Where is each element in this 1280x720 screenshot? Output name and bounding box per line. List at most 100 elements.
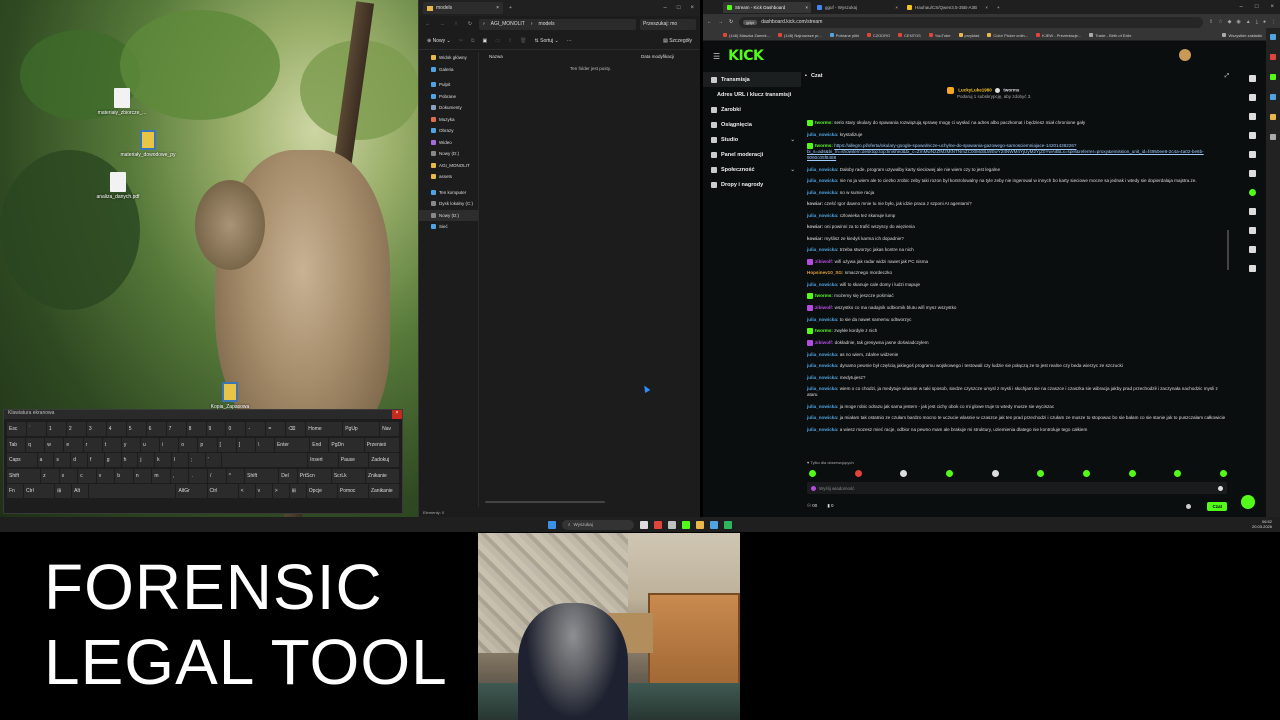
start-button-icon[interactable] xyxy=(548,520,556,529)
keyboard-key[interactable]: 2 xyxy=(66,422,86,436)
avatar[interactable] xyxy=(1179,49,1191,61)
chat-username[interactable]: julia_nowicka: xyxy=(807,282,838,287)
osk-titlebar[interactable]: Klawiatura ekranowa × xyxy=(4,410,402,419)
keyboard-key[interactable]: 8 xyxy=(186,422,206,436)
bookmark-star-icon[interactable]: ☆ xyxy=(1218,19,1222,25)
keyboard-key[interactable]: c xyxy=(78,468,96,483)
keyboard-key[interactable]: Del xyxy=(279,468,297,483)
chat-username[interactable]: julia_nowicka: xyxy=(807,415,838,420)
keyboard-key[interactable]: 4 xyxy=(106,422,126,436)
settings-icon[interactable] xyxy=(1248,170,1256,177)
keyboard-key[interactable]: Shift xyxy=(7,468,41,483)
keyboard-key[interactable]: t xyxy=(102,437,121,452)
minimize-icon[interactable]: – xyxy=(1240,4,1243,10)
breadcrumb-part[interactable]: models xyxy=(539,21,555,27)
refresh-icon[interactable]: ↻ xyxy=(729,19,733,25)
share-icon[interactable]: ⇪ xyxy=(1209,19,1213,25)
forward-icon[interactable]: → xyxy=(718,19,723,25)
chat-username[interactable]: tworms: xyxy=(815,329,833,334)
nav-item[interactable]: Nowy (D:) xyxy=(419,148,478,160)
keyboard-key[interactable]: 9 xyxy=(206,422,226,436)
browser-tab[interactable]: gguf - Wyszukaj × xyxy=(813,2,901,13)
keyboard-key[interactable]: 0 xyxy=(226,422,246,436)
chrome-icon[interactable] xyxy=(668,520,676,529)
close-icon[interactable]: × xyxy=(392,410,402,419)
minimize-icon[interactable]: – xyxy=(664,5,667,11)
chat-username[interactable]: julia_nowicka: xyxy=(807,404,838,409)
emote-icon[interactable] xyxy=(1128,470,1136,477)
nav-item[interactable]: Dysk lokalny (C:) xyxy=(419,198,478,210)
keyboard-key[interactable]: g xyxy=(104,453,121,467)
new-tab-icon[interactable]: + xyxy=(997,5,1000,10)
more-options-icon[interactable]: ··· xyxy=(567,38,572,44)
bookmark-item[interactable]: (148) Najnowsze pr... xyxy=(777,33,822,38)
keyboard-key[interactable]: Pomoc xyxy=(337,484,368,498)
address-field[interactable]: › AGI_MONOLIT › models xyxy=(479,18,636,30)
maximize-icon[interactable]: □ xyxy=(1255,4,1259,10)
keyboard-key[interactable]: PrtScn xyxy=(297,468,331,483)
desktop-file-icon[interactable]: materiały_zbiorcze_... xyxy=(92,88,152,116)
keyboard-key[interactable]: Zadokuj xyxy=(369,453,399,467)
keyboard-key[interactable]: AltGr xyxy=(176,484,207,498)
back-icon[interactable]: ← xyxy=(423,21,433,27)
keyboard-key[interactable]: [ xyxy=(217,437,236,452)
keyboard-key[interactable]: = xyxy=(266,422,286,436)
chat-username[interactable]: julia_nowicka: xyxy=(807,190,838,195)
sidebar-item[interactable]: Transmisja xyxy=(703,72,801,87)
keyboard-key[interactable]: i xyxy=(160,437,179,452)
app-icon[interactable] xyxy=(724,520,732,529)
hamburger-menu-icon[interactable]: ☰ xyxy=(713,52,720,61)
keyboard-key[interactable]: x xyxy=(59,468,78,483)
bookmark-item[interactable]: przykład xyxy=(958,33,979,38)
keyboard-key[interactable]: Esc xyxy=(7,422,26,436)
nav-item[interactable]: Ten komputer xyxy=(419,187,478,199)
column-header-date[interactable]: Data modyfikacji xyxy=(641,54,674,59)
bookmark-item[interactable]: Color Picker onlin... xyxy=(987,33,1028,38)
chat-username[interactable]: tworms: xyxy=(815,294,833,299)
chat-username[interactable]: julia_nowicka: xyxy=(807,317,838,322)
wrench-icon[interactable] xyxy=(1248,246,1256,253)
keyboard-key[interactable]: p xyxy=(198,437,217,452)
emote-icon[interactable] xyxy=(1037,470,1045,477)
close-icon[interactable]: × xyxy=(805,5,811,10)
keyboard-key[interactable]: Przenieś xyxy=(364,437,399,452)
outlook-icon[interactable] xyxy=(1270,94,1276,100)
keyboard-key[interactable]: - xyxy=(246,422,266,436)
on-screen-keyboard[interactable]: Klawiatura ekranowa × Esc ` 1 2 3 4 5 6 7 8 9 0- = ⌫ H… xyxy=(3,409,403,514)
keyboard-key[interactable]: e xyxy=(64,437,83,452)
sidebar-item[interactable]: Studio ⌄ xyxy=(703,132,801,147)
app-icon[interactable] xyxy=(682,520,690,529)
keyboard-key[interactable]: m xyxy=(152,468,170,483)
up-icon[interactable]: ↑ xyxy=(451,21,461,27)
horizontal-scrollbar[interactable] xyxy=(485,501,605,503)
keyboard-key[interactable]: Ctrl xyxy=(207,484,238,498)
keyboard-key[interactable]: Znikanie xyxy=(365,468,400,483)
site-info-badge[interactable]: gdpr xyxy=(743,19,758,25)
close-icon[interactable]: × xyxy=(895,5,901,10)
keyboard-key[interactable]: End xyxy=(310,437,329,452)
copy-icon[interactable]: ⧉ xyxy=(471,38,475,44)
chat-username[interactable]: julia_nowicka: xyxy=(807,213,838,218)
keyboard-key[interactable]: Insert xyxy=(308,453,338,467)
chat-username[interactable]: zibiwolf: xyxy=(815,305,833,310)
keyboard-key[interactable]: s xyxy=(54,453,71,467)
bell-icon[interactable] xyxy=(1248,132,1256,139)
nav-item[interactable]: Wideo xyxy=(419,137,478,149)
sidebar-item[interactable]: Panel moderacji xyxy=(703,147,801,162)
edit-icon[interactable] xyxy=(1248,94,1256,101)
games-icon[interactable] xyxy=(1270,114,1276,120)
bookmark-item[interactable]: KJEW - Prezentacje... xyxy=(1036,33,1081,38)
browser-tab[interactable]: Stream - Kick Dashboard × xyxy=(723,1,811,13)
keyboard-key[interactable]: / xyxy=(208,468,226,483)
chat-scrollbar[interactable] xyxy=(1227,230,1229,270)
keyboard-key[interactable]: ` xyxy=(26,422,46,436)
chat-username[interactable]: tworms: xyxy=(815,144,833,149)
chat-input[interactable]: Wyślij wiadomość xyxy=(807,482,1227,494)
chat-username[interactable]: julia_nowicka: xyxy=(807,132,838,137)
back-icon[interactable]: ← xyxy=(707,19,712,25)
pinned-gift-banner[interactable]: LuckyLuke1980 tworms Podaruj 1 subskrypc… xyxy=(947,87,1032,99)
emote-icon[interactable] xyxy=(991,470,999,477)
details-view-button[interactable]: ▤ Szczegóły xyxy=(663,38,692,44)
keyboard-key[interactable]: v xyxy=(96,468,115,483)
bookmark-item[interactable]: Pobrane pliki xyxy=(829,33,859,38)
